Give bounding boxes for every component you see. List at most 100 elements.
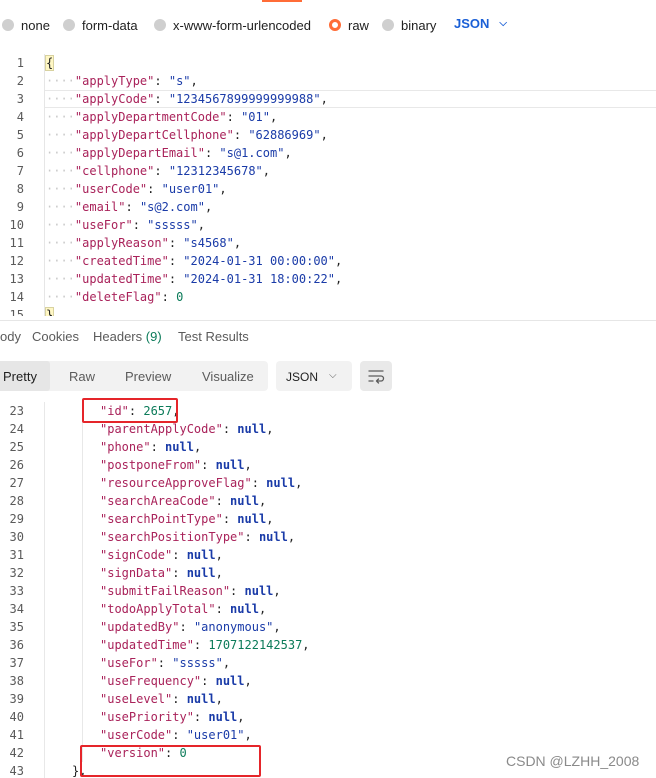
line-number: 28 bbox=[9, 494, 24, 508]
tab-body[interactable]: ody bbox=[0, 329, 21, 344]
json-key: "applyDepartCellphone" bbox=[74, 128, 234, 142]
line-content: "signCode": null, bbox=[100, 546, 223, 564]
code-line: 15} bbox=[0, 306, 656, 316]
body-type-label: form-data bbox=[82, 17, 138, 33]
line-content: { bbox=[44, 54, 55, 72]
json-value: null bbox=[266, 476, 296, 490]
code-line: 3 ····"applyCode": "1234567899999999988", bbox=[0, 90, 656, 108]
json-key: "applyDepartmentCode" bbox=[74, 110, 227, 124]
json-comma: , bbox=[262, 164, 270, 178]
view-mode-pretty[interactable]: Pretty bbox=[3, 369, 37, 384]
view-mode-raw[interactable]: Raw bbox=[69, 369, 95, 384]
json-colon: : bbox=[172, 566, 187, 580]
response-line: 27 "resourceApproveFlag": null, bbox=[0, 474, 656, 492]
json-value: "2024-01-31 00:00:00" bbox=[183, 254, 335, 268]
body-type-raw[interactable]: raw bbox=[329, 17, 369, 33]
indent-whitespace: ···· bbox=[46, 110, 75, 124]
line-number: 26 bbox=[9, 458, 24, 472]
json-value: null bbox=[230, 494, 259, 508]
json-key: "useFrequency" bbox=[100, 674, 202, 688]
json-comma: , bbox=[244, 458, 252, 472]
line-content: ····"applyReason": "s4568", bbox=[46, 234, 241, 252]
json-comma: , bbox=[273, 620, 281, 634]
radio-icon bbox=[382, 19, 394, 31]
line-content: "usePriority": null, bbox=[100, 708, 245, 726]
json-key: "phone" bbox=[100, 440, 151, 454]
line-number: 6 bbox=[16, 146, 24, 160]
code-line: 11 ····"applyReason": "s4568", bbox=[0, 234, 656, 252]
line-content: ····"applyDepartCellphone": "62886969", bbox=[46, 126, 328, 144]
json-colon: : bbox=[222, 422, 238, 436]
json-key: "useLevel" bbox=[100, 692, 173, 706]
json-value: "2024-01-31 18:00:22" bbox=[183, 272, 335, 286]
body-type-label: none bbox=[21, 17, 50, 33]
line-number: 39 bbox=[9, 692, 24, 706]
line-number: 7 bbox=[16, 164, 24, 178]
json-key: "cellphone" bbox=[74, 164, 155, 178]
line-content: "userCode": "user01", bbox=[100, 726, 252, 744]
body-type-x-www-form-urlencoded[interactable]: x-www-form-urlencoded bbox=[154, 17, 311, 33]
code-line: 8 ····"userCode": "user01", bbox=[0, 180, 656, 198]
json-colon: : bbox=[147, 182, 162, 196]
panel-divider bbox=[0, 320, 656, 321]
json-colon: : bbox=[230, 584, 245, 598]
request-body-editor[interactable]: 1{2 ····"applyType": "s", 3 ····"applyCode"… bbox=[0, 54, 656, 316]
json-key: "userCode" bbox=[74, 182, 148, 196]
response-body-viewer[interactable]: 23 "id": 2657, 24 "parentApplyCode": null, 2… bbox=[0, 402, 656, 778]
line-number: 27 bbox=[9, 476, 24, 490]
body-type-form-data[interactable]: form-data bbox=[63, 17, 138, 33]
line-content: "useLevel": null, bbox=[100, 690, 223, 708]
view-mode-visualize[interactable]: Visualize bbox=[202, 369, 254, 384]
json-colon: : bbox=[201, 674, 216, 688]
raw-format-dropdown[interactable]: JSON ⌵ bbox=[454, 16, 507, 31]
json-key: "applyCode" bbox=[74, 92, 155, 106]
tab-headers[interactable]: Headers (9) bbox=[93, 329, 162, 344]
code-line: 4 ····"applyDepartmentCode": "01", bbox=[0, 108, 656, 126]
json-comma: , bbox=[320, 92, 328, 106]
json-comma: , bbox=[215, 692, 223, 706]
line-content: ····"deleteFlag": 0 bbox=[46, 288, 183, 306]
json-colon: : bbox=[150, 440, 166, 454]
json-key: "searchAreaCode" bbox=[100, 494, 216, 508]
line-content: "useFrequency": null, bbox=[100, 672, 252, 690]
view-mode-preview[interactable]: Preview bbox=[125, 369, 171, 384]
tab-test-results[interactable]: Test Results bbox=[178, 329, 249, 344]
line-number: 11 bbox=[9, 236, 24, 250]
json-key: "updatedBy" bbox=[100, 620, 180, 634]
wrap-lines-button[interactable] bbox=[360, 361, 392, 391]
json-comma: , bbox=[335, 254, 343, 268]
line-number: 41 bbox=[9, 728, 24, 742]
code-line: 12 ····"createdTime": "2024-01-31 00:00:0… bbox=[0, 252, 656, 270]
line-content: ····"applyCode": "1234567899999999988", bbox=[46, 90, 328, 108]
response-format-dropdown[interactable]: JSON ⌵ bbox=[276, 361, 352, 391]
line-number: 9 bbox=[16, 200, 24, 214]
highlight-box-id bbox=[82, 398, 178, 423]
json-colon: : bbox=[193, 638, 209, 652]
line-content: ····"email": "s@2.com", bbox=[46, 198, 212, 216]
json-comma: , bbox=[193, 440, 202, 454]
line-number: 5 bbox=[16, 128, 24, 142]
json-colon: : bbox=[226, 110, 242, 124]
highlight-box-version bbox=[80, 745, 261, 777]
json-value: null bbox=[237, 512, 267, 526]
code-line: 2 ····"applyType": "s", bbox=[0, 72, 656, 90]
json-value: null bbox=[215, 674, 245, 688]
json-comma: , bbox=[295, 476, 303, 490]
indent-whitespace: ···· bbox=[46, 146, 75, 160]
line-number: 23 bbox=[9, 404, 24, 418]
radio-icon bbox=[154, 19, 166, 31]
response-line: 28 "searchAreaCode": null, bbox=[0, 492, 656, 510]
line-number: 24 bbox=[9, 422, 24, 436]
response-line: 29 "searchPointType": null, bbox=[0, 510, 656, 528]
body-type-none[interactable]: none bbox=[2, 17, 50, 33]
json-colon: : bbox=[125, 200, 140, 214]
tab-cookies[interactable]: Cookies bbox=[32, 329, 79, 344]
json-colon: : bbox=[251, 476, 267, 490]
line-content: ····"updatedTime": "2024-01-31 18:00:22"… bbox=[46, 270, 342, 288]
line-number: 15 bbox=[9, 308, 24, 316]
json-value: "sssss" bbox=[147, 218, 198, 232]
json-comma: , bbox=[244, 728, 252, 742]
body-type-binary[interactable]: binary bbox=[382, 17, 436, 33]
line-number: 29 bbox=[9, 512, 24, 526]
line-number: 42 bbox=[9, 746, 24, 760]
